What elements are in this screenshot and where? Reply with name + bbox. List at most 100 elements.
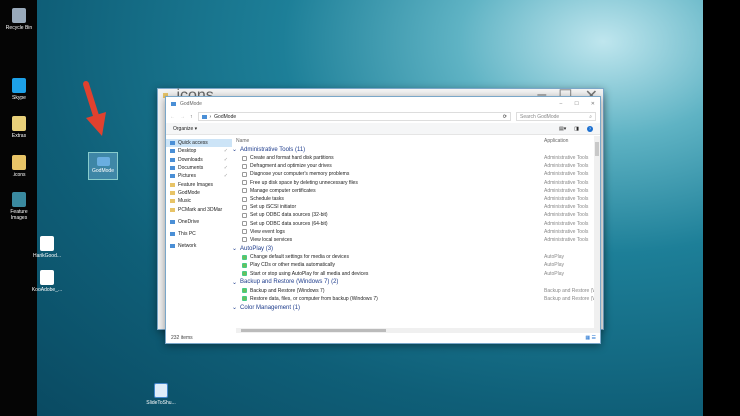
desktop-icon[interactable]: KooAdobe_... bbox=[30, 270, 64, 293]
autoplay-icon bbox=[242, 296, 247, 302]
nav-item-label: Documents bbox=[178, 165, 204, 172]
maximize-button[interactable]: ☐ bbox=[574, 101, 578, 107]
back-button[interactable]: ← bbox=[170, 114, 175, 120]
folder-icon bbox=[170, 199, 175, 204]
godmode-icon bbox=[171, 101, 176, 106]
desktop-icon[interactable]: Skype bbox=[2, 78, 36, 101]
nav-item[interactable]: Documents ✓ bbox=[166, 164, 232, 172]
nav-item[interactable]: Pictures ✓ bbox=[166, 172, 232, 180]
group-header[interactable]: ⌄ Backup and Restore (Windows 7) (2) bbox=[232, 278, 600, 287]
nav-item[interactable]: OneDrive bbox=[166, 218, 232, 226]
nav-item-label: Pictures bbox=[178, 173, 197, 180]
title-bar[interactable]: GodMode – ☐ ✕ bbox=[166, 97, 600, 110]
desktop-icon-label: HarikGood... bbox=[32, 253, 62, 259]
nav-item[interactable]: Desktop ✓ bbox=[166, 147, 232, 155]
folder-icon bbox=[170, 149, 175, 154]
address-bar[interactable]: › GodMode ⟳ bbox=[197, 112, 511, 121]
list-item[interactable]: Manage computer certificates Administrati… bbox=[232, 187, 600, 195]
autoplay-icon bbox=[242, 254, 247, 260]
item-name: Free up disk space by deleting unnecessa… bbox=[250, 179, 358, 186]
minimize-button[interactable]: – bbox=[560, 101, 563, 107]
group-header[interactable]: ⌄ Administrative Tools (11) bbox=[232, 145, 600, 154]
folder-icon bbox=[170, 190, 175, 195]
list-item[interactable]: Change default settings for media or dev… bbox=[232, 253, 600, 261]
nav-item[interactable]: PCMark and 3DMar bbox=[166, 205, 232, 213]
list-item[interactable]: Defragment and optimize your drives Admin… bbox=[232, 162, 600, 170]
list-item[interactable]: Free up disk space by deleting unnecessa… bbox=[232, 179, 600, 187]
nav-item[interactable]: Music bbox=[166, 197, 232, 205]
tool-icon bbox=[242, 171, 247, 177]
organize-button[interactable]: Organize ▾ bbox=[173, 126, 197, 132]
column-application[interactable]: Application bbox=[544, 138, 600, 144]
item-application: AutoPlay bbox=[544, 254, 565, 261]
pin-icon: ✓ bbox=[223, 165, 228, 172]
item-application: Administrative Tools bbox=[544, 163, 589, 170]
list-item[interactable]: Set up ODBC data sources (64-bit) Adminis… bbox=[232, 220, 600, 228]
list-item[interactable]: Diagnose your computer's memory problems… bbox=[232, 170, 600, 178]
chevron-down-icon[interactable]: ⌄ bbox=[232, 304, 237, 311]
desktop-icon[interactable]: Feature Images bbox=[2, 192, 36, 221]
desktop-icon-slidetoshutdown[interactable]: SlideToShu... bbox=[144, 383, 178, 406]
tool-icon bbox=[242, 221, 247, 227]
red-arrow-icon bbox=[83, 81, 106, 136]
chevron-down-icon[interactable]: ⌄ bbox=[232, 245, 237, 252]
folder-icon bbox=[170, 232, 175, 237]
nav-item-label: Downloads bbox=[178, 156, 203, 163]
close-button[interactable]: ✕ bbox=[591, 101, 595, 107]
nav-item[interactable]: This PC bbox=[166, 230, 232, 238]
vertical-scrollbar[interactable] bbox=[594, 136, 600, 333]
nav-item[interactable]: GodMode bbox=[166, 189, 232, 197]
folder-icon bbox=[170, 174, 175, 179]
desktop-icon-label: Skype bbox=[12, 95, 26, 101]
tool-icon bbox=[242, 155, 247, 161]
list-item[interactable]: Set up iSCSI initiator Administrative Too… bbox=[232, 203, 600, 211]
list-item[interactable]: Start or stop using AutoPlay for all med… bbox=[232, 269, 600, 277]
view-options-icon[interactable]: ▤▾ bbox=[559, 126, 566, 132]
desktop-icon-label: Feature Images bbox=[10, 209, 28, 221]
pin-icon: ✓ bbox=[223, 156, 228, 163]
nav-item[interactable]: Quick access bbox=[166, 139, 232, 148]
view-toggle-icons[interactable]: ▦ ☰ bbox=[585, 335, 596, 341]
desktop-icon[interactable]: HarikGood... bbox=[30, 236, 64, 259]
nav-item-label: PCMark and 3DMar bbox=[178, 206, 223, 213]
folder-icon bbox=[170, 244, 175, 249]
up-button[interactable]: ↑ bbox=[190, 114, 193, 120]
chevron-down-icon[interactable]: ⌄ bbox=[232, 279, 237, 286]
desktop-icon[interactable]: Extras bbox=[2, 116, 36, 139]
nav-item-label: Music bbox=[178, 198, 192, 205]
forward-button[interactable]: → bbox=[180, 114, 185, 120]
desktop-icon[interactable]: .icons bbox=[2, 155, 36, 178]
list-item[interactable]: Set up ODBC data sources (32-bit) Adminis… bbox=[232, 211, 600, 219]
nav-item[interactable]: Downloads ✓ bbox=[166, 156, 232, 164]
item-name: Schedule tasks bbox=[250, 196, 284, 203]
list-item[interactable]: Play CDs or other media automatically Aut… bbox=[232, 261, 600, 269]
nav-item[interactable]: Feature Images bbox=[166, 180, 232, 188]
help-icon[interactable]: ? bbox=[587, 125, 593, 132]
item-count: 232 items bbox=[171, 335, 193, 341]
nav-item-label: This PC bbox=[178, 231, 196, 238]
desktop-icon-image bbox=[40, 236, 54, 251]
desktop-icon[interactable]: Recycle Bin bbox=[2, 8, 36, 31]
refresh-icon[interactable]: ⟳ bbox=[503, 114, 507, 120]
column-name[interactable]: Name bbox=[236, 138, 249, 144]
list-item[interactable]: Create and format hard disk partitions Ad… bbox=[232, 154, 600, 162]
desktop-icon-label: .icons bbox=[12, 172, 26, 178]
search-input[interactable]: Search GodMode ⌕ bbox=[516, 112, 596, 121]
nav-item[interactable]: Network bbox=[166, 242, 232, 250]
item-name: Diagnose your computer's memory problems bbox=[250, 171, 350, 178]
group-header[interactable]: ⌄ AutoPlay (3) bbox=[232, 244, 600, 253]
preview-pane-icon[interactable]: ◨ bbox=[574, 126, 579, 132]
autoplay-icon bbox=[242, 288, 247, 294]
chevron-down-icon[interactable]: ⌄ bbox=[232, 146, 237, 153]
list-item[interactable]: Schedule tasks Administrative Tools bbox=[232, 195, 600, 203]
godmode-explorer-window[interactable]: GodMode – ☐ ✕ ← → ↑ › GodMode ⟳ Search GodMode… bbox=[165, 96, 601, 344]
item-application: Administrative Tools bbox=[544, 228, 589, 235]
desktop-icon-godmode[interactable]: GodMode bbox=[88, 152, 118, 180]
list-item[interactable]: Restore data, files, or computer from ba… bbox=[232, 295, 600, 303]
list-item[interactable]: View local services Administrative Tools bbox=[232, 236, 600, 244]
list-item[interactable]: Backup and Restore (Windows 7) Backup and… bbox=[232, 287, 600, 295]
folder-icon bbox=[170, 157, 175, 162]
item-application: AutoPlay bbox=[544, 270, 565, 277]
group-header[interactable]: ⌄ Color Management (1) bbox=[232, 303, 600, 312]
list-item[interactable]: View event logs Administrative Tools bbox=[232, 228, 600, 236]
